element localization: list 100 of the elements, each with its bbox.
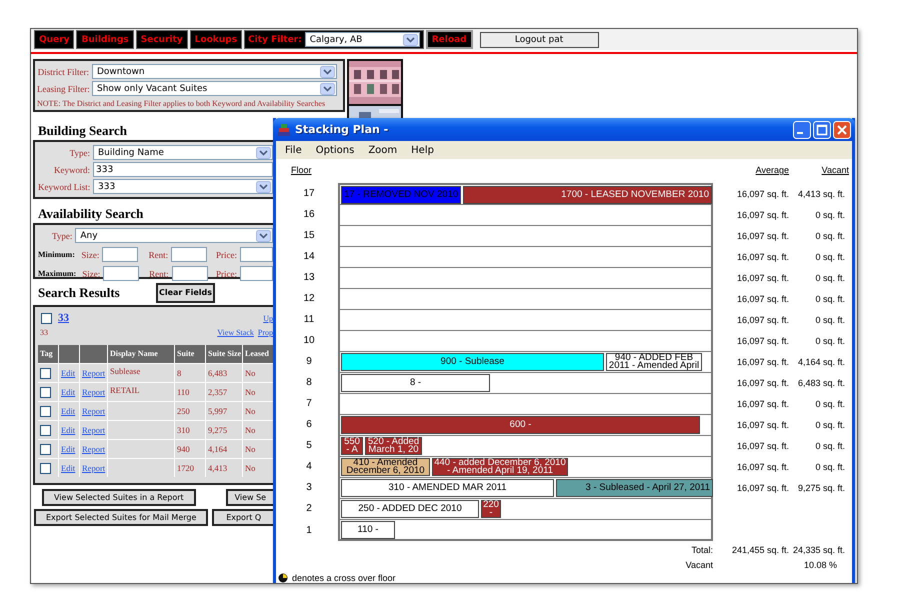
table-cell: No <box>243 421 275 439</box>
input-field[interactable] <box>240 266 273 281</box>
field-label: Type: <box>52 230 72 240</box>
count-link[interactable]: 33 <box>58 312 69 324</box>
report-link[interactable]: Report <box>82 406 106 416</box>
edit-link[interactable]: Edit <box>61 387 76 397</box>
link[interactable]: Up <box>263 314 273 322</box>
legend-text: denotes a cross over floor <box>292 573 396 583</box>
field-label: Size: <box>81 268 100 278</box>
clear-fields-button[interactable]: Clear Fields <box>156 282 215 302</box>
input-field[interactable]: 333 <box>93 162 273 177</box>
dropdown-field[interactable]: Any <box>75 228 273 243</box>
nav-button[interactable]: Buildings <box>76 30 134 49</box>
report-link[interactable]: Report <box>82 444 106 454</box>
nav-button[interactable]: Security <box>136 30 188 49</box>
field-label: Keyword List: <box>38 182 90 192</box>
table-cell: 2,357 <box>206 383 242 401</box>
area-value: 16,097 sq. ft. <box>736 420 789 430</box>
area-value: 0 sq. ft. <box>815 252 845 262</box>
input-field[interactable] <box>240 247 273 262</box>
checkbox[interactable] <box>40 406 51 416</box>
field-label: Leasing Filter: <box>37 84 89 94</box>
floor-number: 4 <box>305 461 312 472</box>
dropdown-field[interactable]: Downtown <box>92 64 337 79</box>
input-field[interactable] <box>172 266 208 281</box>
dropdown-field[interactable]: 333 <box>93 179 273 194</box>
table-cell: No <box>243 383 275 401</box>
dropdown-field[interactable]: Building Name <box>93 145 273 160</box>
suite-block: 940 - ADDED FEB 2011 - Amended April <box>606 353 702 371</box>
edit-link[interactable]: Edit <box>61 463 76 473</box>
area-value: 16,097 sq. ft. <box>736 314 789 324</box>
menu-item[interactable]: Zoom <box>361 144 404 156</box>
report-link[interactable]: Report <box>82 463 106 473</box>
action-button[interactable]: Export Selected Suites for Mail Merge <box>34 509 208 526</box>
area-value: 16,097 sq. ft. <box>736 188 789 198</box>
table-cell: Sublease <box>108 364 174 382</box>
suite-block: 600 - <box>341 416 700 434</box>
input-field[interactable] <box>103 266 140 281</box>
reload-button[interactable]: Reload <box>426 30 473 49</box>
area-value: 0 sq. ft. <box>815 230 845 240</box>
area-value: 16,097 sq. ft. <box>736 378 789 388</box>
floor-number: 12 <box>302 293 315 304</box>
edit-link[interactable]: Edit <box>61 425 76 435</box>
range-label: Minimum: <box>38 250 75 259</box>
total-label: Total: <box>691 544 713 554</box>
floor-number: 3 <box>305 482 312 493</box>
menu-item[interactable]: Options <box>308 144 362 156</box>
table-cell: 6,483 <box>206 364 242 382</box>
report-link[interactable]: Report <box>82 368 106 378</box>
floor-number: 7 <box>305 398 312 409</box>
edit-link[interactable]: Edit <box>61 406 76 416</box>
suite-block: 3 - Subleased - April 27, 2011 <box>556 479 713 497</box>
area-value: 16,097 sq. ft. <box>736 482 789 492</box>
report-link[interactable]: Report <box>82 387 106 397</box>
checkbox[interactable] <box>40 386 51 398</box>
action-button[interactable]: View Selected Suites in a Report <box>42 489 196 506</box>
link[interactable]: View Stack <box>217 328 254 336</box>
action-button[interactable]: View Se <box>226 489 273 506</box>
area-value: 9,275 sq. ft. <box>798 482 845 492</box>
edit-link[interactable]: Edit <box>61 368 76 378</box>
checkbox[interactable] <box>40 424 51 436</box>
floor-number: 17 <box>302 188 315 199</box>
table-cell: 1720 <box>175 459 205 477</box>
menu-item[interactable]: Help <box>404 144 441 156</box>
column-header: Suite <box>175 345 205 363</box>
edit-link[interactable]: Edit <box>61 444 76 454</box>
suite-block: 1700 - LEASED NOVEMBER 2010 <box>463 186 712 204</box>
suite-block: 220 - <box>481 500 501 518</box>
floor-number: 13 <box>302 272 315 283</box>
area-value: 0 sq. ft. <box>815 314 845 324</box>
checkbox[interactable] <box>40 368 51 378</box>
close-icon <box>833 120 851 138</box>
nav-button[interactable]: Query <box>34 30 74 49</box>
field-label: Price: <box>215 250 237 260</box>
table-cell: 4,413 <box>206 459 242 477</box>
suite-block: 550 - A <box>341 437 363 455</box>
action-button[interactable]: Export Q <box>212 509 273 526</box>
table-cell: No <box>243 459 275 477</box>
column-header: Display Name <box>108 345 174 363</box>
checkbox[interactable] <box>40 462 51 474</box>
note-text: NOTE: The District and Leasing Filter applies to both Keyword and Availability Searches <box>37 99 326 108</box>
menu-item[interactable]: File <box>278 144 309 156</box>
dropdown-field[interactable]: Show only Vacant Suites <box>92 81 337 96</box>
column-header <box>80 345 107 363</box>
area-value: 6,483 sq. ft. <box>798 378 845 388</box>
report-link[interactable]: Report <box>82 425 106 435</box>
input-field[interactable] <box>171 247 208 262</box>
column-header: Suite Size <box>206 345 242 363</box>
floor-number: 6 <box>305 419 312 430</box>
link[interactable]: Prop <box>258 328 273 336</box>
field-label: Size: <box>80 250 100 260</box>
field-label: District Filter: <box>37 66 89 76</box>
area-value: 0 sq. ft. <box>815 336 845 346</box>
dropdown-field[interactable]: Calgary, AB <box>304 32 420 47</box>
building-icon <box>277 122 291 136</box>
checkbox[interactable] <box>40 444 51 454</box>
nav-button[interactable]: Lookups <box>190 30 242 49</box>
logout-button[interactable]: Logout pat <box>480 32 599 48</box>
checkbox[interactable] <box>41 312 52 324</box>
input-field[interactable] <box>102 247 138 262</box>
